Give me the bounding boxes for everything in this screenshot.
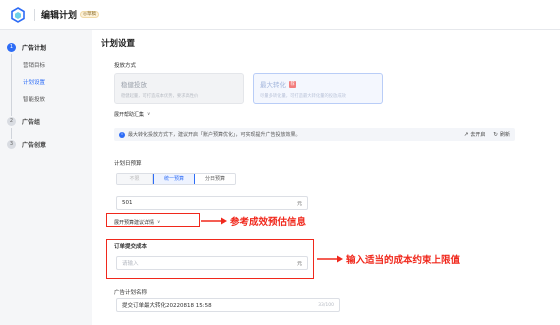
refresh-icon: ↻ (493, 131, 498, 138)
step-label: 广告组 (22, 119, 41, 126)
info-banner: i 最大转化投放方式下，建议开启「账户预算优化」，可实现提升广告投放效果。 ↗ … (114, 128, 515, 141)
step-connector (11, 54, 12, 116)
sidebar-item-plan-settings[interactable]: 计划设置 (23, 78, 45, 86)
step-number: 3 (7, 140, 16, 149)
step-ad-plan[interactable]: 1 广告计划 (7, 43, 46, 52)
main-panel: 计划设置 投放方式 稳健投放 稳健起量，可打造成本优势，要求高性价 最大转化 荐… (92, 30, 560, 325)
budget-mode-segmented: 不限 统一预算 分日预算 (116, 173, 236, 185)
step-sidebar: 1 广告计划 营销目标 计划设置 智能投放 2 广告组 3 广告创意 (0, 30, 92, 325)
order-cost-placeholder: 请输入 (122, 261, 139, 267)
sidebar-item-marketing-goal[interactable]: 营销目标 (23, 61, 45, 69)
info-text: 最大转化投放方式下，建议开启「账户预算优化」，可实现提升广告投放效果。 (128, 132, 301, 138)
card-title: 最大转化 (260, 81, 286, 89)
step-label: 广告计划 (22, 45, 47, 52)
card-desc: 尽量多转化量，可打造最大转化量的投放成效 (260, 94, 346, 99)
delivery-option-stable[interactable]: 稳健投放 稳健起量，可打造成本优势，要求高性价 (114, 73, 244, 104)
order-cost-unit: 元 (296, 260, 302, 267)
step-ad-group[interactable]: 2 广告组 (7, 117, 40, 126)
annotation-arrow-right-icon (201, 217, 227, 225)
step-ad-creative[interactable]: 3 广告创意 (7, 140, 46, 149)
info-icon: i (119, 131, 125, 138)
card-title-row: 最大转化 荐 (260, 79, 376, 89)
help-expand-link[interactable]: 展开帮助汇集 ∨ (114, 111, 150, 118)
delivery-option-max-conversion[interactable]: 最大转化 荐 尽量多转化量，可打造最大转化量的投放成效 (253, 73, 383, 104)
step-connector (11, 128, 12, 139)
refresh-link[interactable]: ↻ 刷新 (493, 131, 510, 139)
refresh-label: 刷新 (499, 132, 510, 138)
budget-mode-unlimited[interactable]: 不限 (117, 174, 153, 184)
plan-name-input[interactable]: 提交订单最大转化20220818 15:58 33/100 (116, 298, 340, 312)
page-title: 编辑计划 (41, 11, 78, 21)
annotation-box-budget-tips (106, 213, 200, 227)
plan-name-label: 广告计划名称 (114, 290, 148, 296)
budget-input[interactable]: 501 元 (116, 196, 308, 210)
annotation-note-cost-cap: 输入适当的成本约束上限值 (346, 255, 461, 266)
section-title: 计划设置 (101, 39, 136, 49)
plan-name-counter: 33/100 (318, 302, 334, 308)
sidebar-item-smart-delivery[interactable]: 智能投放 (23, 95, 45, 103)
annotation-note-estimate: 参考成效预估信息 (230, 217, 307, 228)
budget-mode-daily[interactable]: 分日预算 (195, 174, 235, 184)
budget-unit: 元 (296, 200, 302, 207)
card-desc: 稳健起量，可打造成本优势，要求高性价 (121, 94, 199, 99)
plan-name-value: 提交订单最大转化20220818 15:58 (122, 303, 212, 309)
top-header: 编辑计划 ◎草稿 (0, 0, 560, 30)
go-enable-label: 去开启 (470, 132, 486, 138)
step-number: 2 (7, 117, 16, 126)
draft-badge: ◎草稿 (80, 11, 99, 18)
annotation-arrow-right-icon (317, 255, 343, 263)
order-cost-label: 订单提交成本 (114, 244, 148, 250)
header-divider (34, 8, 35, 21)
order-cost-input[interactable]: 请输入 元 (116, 256, 308, 270)
delivery-method-label: 投放方式 (114, 63, 137, 69)
daily-budget-label: 计划日预算 (114, 161, 142, 167)
external-link-icon: ↗ (463, 131, 469, 138)
step-label: 广告创意 (22, 142, 47, 149)
chevron-down-icon: ∨ (147, 112, 151, 117)
go-enable-link[interactable]: ↗ 去开启 (463, 131, 486, 139)
step-number: 1 (7, 43, 16, 52)
app-logo-icon[interactable] (10, 6, 26, 23)
budget-value: 501 (122, 200, 133, 206)
budget-mode-unified[interactable]: 统一预算 (153, 174, 195, 184)
help-expand-label: 展开帮助汇集 (114, 112, 145, 118)
recommend-badge: 荐 (289, 80, 296, 88)
card-title: 稳健投放 (121, 81, 147, 89)
